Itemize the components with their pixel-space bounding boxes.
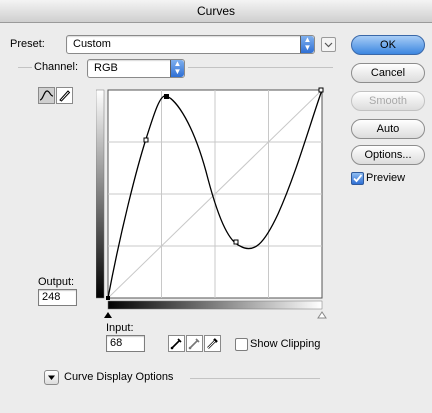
preset-value: Custom (73, 38, 111, 50)
window-title: Curves (0, 0, 432, 23)
output-label: Output: (38, 276, 75, 288)
curve-point-tool-icon (39, 90, 54, 101)
preset-menu-icon[interactable] (321, 37, 336, 52)
preset-label: Preset: (10, 38, 45, 50)
chevron-updown-icon: ▲ ▼ (170, 60, 184, 77)
show-clipping-checkbox[interactable] (235, 338, 248, 351)
cancel-button[interactable]: Cancel (351, 63, 425, 83)
preset-menu-glyph (324, 42, 333, 48)
curve-display-separator (190, 378, 320, 379)
curve-point[interactable] (143, 137, 149, 143)
channel-value: RGB (94, 62, 118, 74)
output-gradient-bar (96, 89, 105, 299)
pencil-tool-icon (59, 90, 71, 102)
white-point-slider[interactable] (317, 311, 327, 319)
options-button[interactable]: Options... (351, 145, 425, 165)
preview-checkbox[interactable] (351, 172, 364, 185)
curve-point[interactable] (106, 296, 110, 300)
group-line-left (18, 67, 32, 68)
curve-point[interactable] (318, 87, 324, 93)
black-eyedropper-icon (170, 338, 182, 350)
input-gradient-bar (107, 300, 323, 310)
show-clipping-label: Show Clipping (250, 338, 321, 350)
auto-button[interactable]: Auto (351, 119, 425, 139)
preset-select[interactable]: Custom ▲ ▼ (66, 35, 315, 54)
curve-display-toggle[interactable] (44, 370, 59, 385)
curves-dialog: Curves Preset: Custom ▲ ▼ OK Cancel Smoot… (0, 0, 432, 413)
white-eyedropper-icon (207, 338, 218, 349)
checkmark-icon (353, 174, 363, 183)
curve-graph[interactable] (96, 84, 332, 324)
pencil-tool-button[interactable] (56, 87, 73, 104)
curve-display-options-label: Curve Display Options (64, 371, 174, 383)
curve-point-tool-button[interactable] (38, 87, 55, 104)
gray-eyedropper-button[interactable] (186, 335, 203, 352)
white-eyedropper-button[interactable] (204, 335, 221, 352)
gray-eyedropper-icon (188, 338, 200, 350)
group-line-right (188, 67, 333, 68)
input-field[interactable]: 68 (106, 335, 145, 352)
curve-point-selected[interactable] (164, 94, 169, 99)
disclosure-triangle-icon (48, 375, 55, 380)
curve-point[interactable] (233, 239, 239, 245)
black-point-slider[interactable] (104, 312, 112, 318)
ok-button[interactable]: OK (351, 35, 425, 55)
channel-label: Channel: (34, 61, 79, 73)
input-label: Input: (106, 322, 134, 334)
channel-select[interactable]: RGB ▲ ▼ (87, 59, 185, 78)
output-field[interactable]: 248 (38, 289, 77, 306)
smooth-button[interactable]: Smooth (351, 91, 425, 111)
black-eyedropper-button[interactable] (168, 335, 185, 352)
chevron-updown-icon: ▲ ▼ (300, 36, 314, 53)
preview-label: Preview (366, 172, 406, 184)
